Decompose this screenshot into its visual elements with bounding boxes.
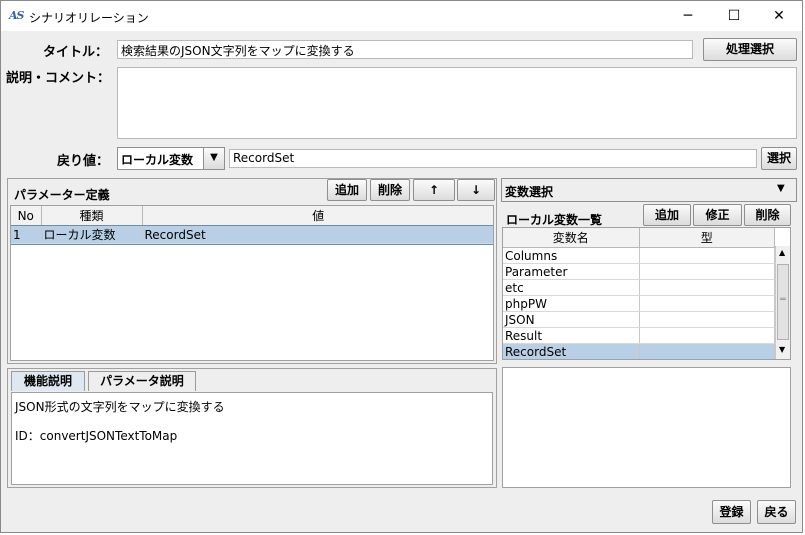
table-row[interactable]: 1 ローカル変数 RecordSet	[11, 224, 493, 245]
chevron-down-icon[interactable]: ▼	[777, 183, 785, 194]
comment-label: 説明・コメント：	[6, 71, 111, 86]
param-down-button[interactable]: ↓	[457, 179, 495, 201]
table-row[interactable]: RecordSet	[503, 343, 775, 359]
variable-name-cell: Result	[503, 327, 640, 344]
table-row[interactable]: Columns	[503, 247, 775, 264]
comment-textarea[interactable]	[117, 67, 797, 139]
window-title: シナリオリレーション	[29, 11, 149, 25]
variable-name-cell: Columns	[503, 247, 640, 264]
variable-edit-button[interactable]: 修正	[693, 204, 742, 226]
variable-delete-button[interactable]: 削除	[744, 204, 791, 226]
close-button[interactable]: ✕	[756, 1, 802, 31]
return-label: 戻り値：	[57, 154, 110, 169]
column-header-value[interactable]: 値	[142, 206, 493, 226]
column-header-no[interactable]: No	[11, 206, 42, 226]
variable-name-cell: etc	[503, 279, 640, 296]
vertical-scrollbar[interactable]: ▲ ═ ▼	[775, 246, 790, 359]
variable-detail-area	[502, 367, 791, 488]
description-line-2: ID：convertJSONTextToMap	[15, 429, 178, 443]
local-variable-table[interactable]: 変数名 型 Columns Parameter etc phpPW JSON R…	[502, 227, 791, 360]
description-line-1: JSON形式の文字列をマップに変換する	[15, 400, 225, 414]
param-value-cell: RecordSet	[142, 225, 493, 244]
variable-name-cell: Parameter	[503, 263, 640, 280]
variable-select-combo[interactable]: 変数選択 ▼	[501, 178, 797, 202]
table-row[interactable]: phpPW	[503, 295, 775, 312]
param-delete-button[interactable]: 削除	[370, 179, 410, 201]
table-row[interactable]: Result	[503, 327, 775, 344]
column-header-variable-name[interactable]: 変数名	[503, 228, 640, 248]
return-value-input[interactable]: RecordSet	[229, 149, 757, 168]
variable-name-cell: RecordSet	[503, 343, 640, 359]
register-button[interactable]: 登録	[712, 500, 751, 524]
local-variable-list-title: ローカル変数一覧	[506, 213, 603, 227]
return-type-value: ローカル変数	[121, 153, 194, 167]
param-kind-cell: ローカル変数	[41, 225, 143, 244]
dialog-window: AS シナリオリレーション ─ ☐ ✕ タイトル： 検索結果のJSON文字列をマ…	[0, 0, 803, 533]
variable-add-button[interactable]: 追加	[643, 204, 691, 226]
description-panel: 機能説明 パラメータ説明 JSON形式の文字列をマップに変換する ID：conv…	[7, 368, 497, 488]
return-type-select[interactable]: ローカル変数 ▼	[117, 147, 225, 170]
parameter-panel: パラメーター定義 追加 削除 ↑ ↓ No 種類 値 1 ローカル変数 Reco…	[7, 178, 497, 364]
scrollbar-thumb[interactable]: ═	[777, 264, 789, 340]
table-row[interactable]: JSON	[503, 311, 775, 328]
tab-parameter-description[interactable]: パラメータ説明	[88, 371, 196, 391]
scroll-up-icon[interactable]: ▲	[779, 248, 785, 257]
process-select-button[interactable]: 処理選択	[703, 38, 797, 61]
table-row[interactable]: Parameter	[503, 263, 775, 280]
chevron-down-icon[interactable]: ▼	[203, 148, 224, 169]
variable-name-cell: JSON	[503, 311, 640, 328]
param-no-cell: 1	[11, 225, 42, 244]
app-icon: AS	[9, 9, 25, 22]
column-header-type[interactable]: 型	[639, 228, 775, 248]
title-bar: AS シナリオリレーション ─ ☐ ✕	[1, 1, 802, 31]
back-button[interactable]: 戻る	[757, 500, 796, 524]
title-label: タイトル：	[43, 45, 109, 60]
title-input[interactable]: 検索結果のJSON文字列をマップに変換する	[117, 40, 693, 59]
variable-select-value: 変数選択	[505, 185, 554, 199]
variable-name-cell: phpPW	[503, 295, 640, 312]
maximize-button[interactable]: ☐	[711, 1, 757, 31]
scroll-down-icon[interactable]: ▼	[779, 345, 785, 354]
minimize-button[interactable]: ─	[665, 1, 711, 31]
param-add-button[interactable]: 追加	[327, 179, 367, 201]
table-row[interactable]: etc	[503, 279, 775, 296]
param-up-button[interactable]: ↑	[413, 179, 455, 201]
description-text-area: JSON形式の文字列をマップに変換する ID：convertJSONTextTo…	[11, 392, 493, 485]
parameter-table[interactable]: No 種類 値 1 ローカル変数 RecordSet	[10, 205, 494, 361]
parameter-panel-title: パラメーター定義	[14, 188, 110, 202]
select-button[interactable]: 選択	[761, 147, 797, 170]
column-header-kind[interactable]: 種類	[41, 206, 143, 226]
tab-function-description[interactable]: 機能説明	[11, 371, 85, 391]
